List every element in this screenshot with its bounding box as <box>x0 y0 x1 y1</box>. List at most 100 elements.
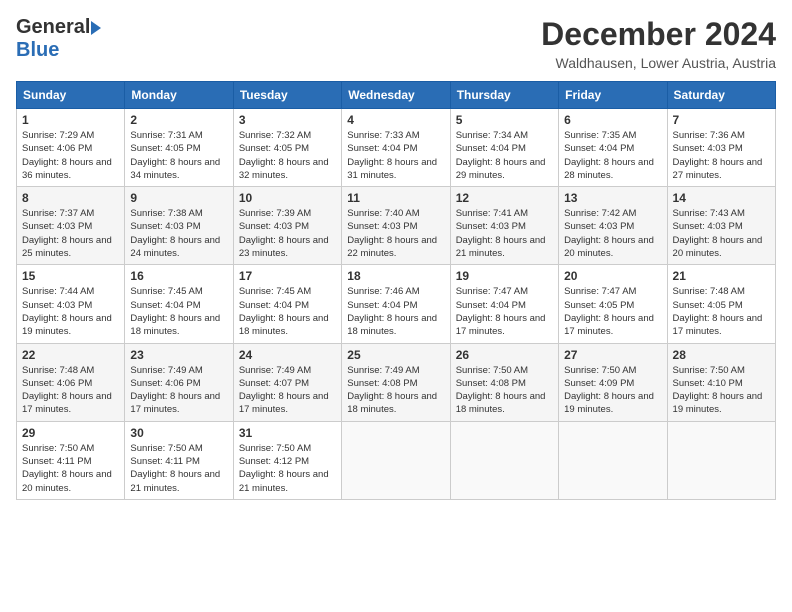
calendar-week-2: 8 Sunrise: 7:37 AMSunset: 4:03 PMDaylight… <box>17 187 776 265</box>
day-number: 2 <box>130 113 227 127</box>
weekday-header-saturday: Saturday <box>667 82 775 109</box>
calendar-cell: 9 Sunrise: 7:38 AMSunset: 4:03 PMDaylight… <box>125 187 233 265</box>
calendar-cell: 11 Sunrise: 7:40 AMSunset: 4:03 PMDayligh… <box>342 187 450 265</box>
day-number: 17 <box>239 269 336 283</box>
day-number: 27 <box>564 348 661 362</box>
day-info: Sunrise: 7:42 AMSunset: 4:03 PMDaylight:… <box>564 207 661 260</box>
day-number: 25 <box>347 348 444 362</box>
calendar-cell <box>342 421 450 499</box>
day-number: 4 <box>347 113 444 127</box>
logo-triangle-icon <box>91 21 101 35</box>
calendar-cell <box>667 421 775 499</box>
calendar-cell: 6Sunrise: 7:35 AMSunset: 4:04 PMDaylight… <box>559 109 667 187</box>
calendar-cell <box>450 421 558 499</box>
day-info: Sunrise: 7:47 AMSunset: 4:04 PMDaylight:… <box>456 285 553 338</box>
calendar-week-3: 15Sunrise: 7:44 AMSunset: 4:03 PMDayligh… <box>17 265 776 343</box>
day-info: Sunrise: 7:41 AMSunset: 4:03 PMDaylight:… <box>456 207 553 260</box>
calendar-cell: 25 Sunrise: 7:49 AMSunset: 4:08 PMDayligh… <box>342 343 450 421</box>
day-info: Sunrise: 7:48 AMSunset: 4:06 PMDaylight:… <box>22 364 119 417</box>
page-header: General Blue December 2024 Waldhausen, L… <box>16 16 776 71</box>
day-info: Sunrise: 7:32 AMSunset: 4:05 PMDaylight:… <box>239 129 336 182</box>
day-number: 9 <box>130 191 227 205</box>
day-info: Sunrise: 7:47 AMSunset: 4:05 PMDaylight:… <box>564 285 661 338</box>
weekday-header-friday: Friday <box>559 82 667 109</box>
day-info: Sunrise: 7:49 AMSunset: 4:06 PMDaylight:… <box>130 364 227 417</box>
logo-general-text: General <box>16 16 90 39</box>
calendar-cell: 21Sunrise: 7:48 AMSunset: 4:05 PMDayligh… <box>667 265 775 343</box>
calendar-cell: 3 Sunrise: 7:32 AMSunset: 4:05 PMDaylight… <box>233 109 341 187</box>
weekday-header-wednesday: Wednesday <box>342 82 450 109</box>
day-number: 11 <box>347 191 444 205</box>
day-info: Sunrise: 7:37 AMSunset: 4:03 PMDaylight:… <box>22 207 119 260</box>
day-number: 26 <box>456 348 553 362</box>
day-info: Sunrise: 7:50 AMSunset: 4:08 PMDaylight:… <box>456 364 553 417</box>
calendar-cell: 15Sunrise: 7:44 AMSunset: 4:03 PMDayligh… <box>17 265 125 343</box>
calendar-cell: 31 Sunrise: 7:50 AMSunset: 4:12 PMDayligh… <box>233 421 341 499</box>
day-info: Sunrise: 7:38 AMSunset: 4:03 PMDaylight:… <box>130 207 227 260</box>
calendar-cell: 24 Sunrise: 7:49 AMSunset: 4:07 PMDayligh… <box>233 343 341 421</box>
day-info: Sunrise: 7:44 AMSunset: 4:03 PMDaylight:… <box>22 285 119 338</box>
day-number: 18 <box>347 269 444 283</box>
day-info: Sunrise: 7:43 AMSunset: 4:03 PMDaylight:… <box>673 207 770 260</box>
calendar-cell: 29 Sunrise: 7:50 AMSunset: 4:11 PMDayligh… <box>17 421 125 499</box>
day-info: Sunrise: 7:40 AMSunset: 4:03 PMDaylight:… <box>347 207 444 260</box>
day-info: Sunrise: 7:29 AMSunset: 4:06 PMDaylight:… <box>22 129 119 182</box>
day-number: 29 <box>22 426 119 440</box>
calendar-cell: 4 Sunrise: 7:33 AMSunset: 4:04 PMDaylight… <box>342 109 450 187</box>
day-number: 7 <box>673 113 770 127</box>
calendar-cell: 13 Sunrise: 7:42 AMSunset: 4:03 PMDayligh… <box>559 187 667 265</box>
day-info: Sunrise: 7:50 AMSunset: 4:11 PMDaylight:… <box>22 442 119 495</box>
day-info: Sunrise: 7:50 AMSunset: 4:10 PMDaylight:… <box>673 364 770 417</box>
day-number: 31 <box>239 426 336 440</box>
day-number: 3 <box>239 113 336 127</box>
calendar-cell: 8 Sunrise: 7:37 AMSunset: 4:03 PMDaylight… <box>17 187 125 265</box>
weekday-header-tuesday: Tuesday <box>233 82 341 109</box>
calendar-cell: 2Sunrise: 7:31 AMSunset: 4:05 PMDaylight… <box>125 109 233 187</box>
day-info: Sunrise: 7:39 AMSunset: 4:03 PMDaylight:… <box>239 207 336 260</box>
calendar-cell: 10 Sunrise: 7:39 AMSunset: 4:03 PMDayligh… <box>233 187 341 265</box>
day-number: 21 <box>673 269 770 283</box>
day-info: Sunrise: 7:49 AMSunset: 4:08 PMDaylight:… <box>347 364 444 417</box>
day-number: 14 <box>673 191 770 205</box>
calendar-cell: 14 Sunrise: 7:43 AMSunset: 4:03 PMDayligh… <box>667 187 775 265</box>
day-number: 30 <box>130 426 227 440</box>
calendar-body: 1Sunrise: 7:29 AMSunset: 4:06 PMDaylight… <box>17 109 776 500</box>
day-number: 19 <box>456 269 553 283</box>
day-info: Sunrise: 7:50 AMSunset: 4:11 PMDaylight:… <box>130 442 227 495</box>
weekday-header-thursday: Thursday <box>450 82 558 109</box>
calendar-cell: 27Sunrise: 7:50 AMSunset: 4:09 PMDayligh… <box>559 343 667 421</box>
calendar-cell: 1Sunrise: 7:29 AMSunset: 4:06 PMDaylight… <box>17 109 125 187</box>
calendar-cell: 19 Sunrise: 7:47 AMSunset: 4:04 PMDayligh… <box>450 265 558 343</box>
calendar-cell: 22 Sunrise: 7:48 AMSunset: 4:06 PMDayligh… <box>17 343 125 421</box>
calendar-header: SundayMondayTuesdayWednesdayThursdayFrid… <box>17 82 776 109</box>
calendar-week-4: 22 Sunrise: 7:48 AMSunset: 4:06 PMDayligh… <box>17 343 776 421</box>
day-info: Sunrise: 7:36 AMSunset: 4:03 PMDaylight:… <box>673 129 770 182</box>
calendar-cell: 23 Sunrise: 7:49 AMSunset: 4:06 PMDayligh… <box>125 343 233 421</box>
day-number: 23 <box>130 348 227 362</box>
day-info: Sunrise: 7:34 AMSunset: 4:04 PMDaylight:… <box>456 129 553 182</box>
day-number: 5 <box>456 113 553 127</box>
header-row: SundayMondayTuesdayWednesdayThursdayFrid… <box>17 82 776 109</box>
day-number: 24 <box>239 348 336 362</box>
calendar-cell: 26 Sunrise: 7:50 AMSunset: 4:08 PMDayligh… <box>450 343 558 421</box>
title-section: December 2024 Waldhausen, Lower Austria,… <box>541 16 776 71</box>
day-number: 8 <box>22 191 119 205</box>
month-title: December 2024 <box>541 16 776 53</box>
calendar-cell: 17Sunrise: 7:45 AMSunset: 4:04 PMDayligh… <box>233 265 341 343</box>
day-info: Sunrise: 7:45 AMSunset: 4:04 PMDaylight:… <box>130 285 227 338</box>
day-info: Sunrise: 7:46 AMSunset: 4:04 PMDaylight:… <box>347 285 444 338</box>
weekday-header-monday: Monday <box>125 82 233 109</box>
day-info: Sunrise: 7:49 AMSunset: 4:07 PMDaylight:… <box>239 364 336 417</box>
day-number: 13 <box>564 191 661 205</box>
calendar-cell: 7 Sunrise: 7:36 AMSunset: 4:03 PMDaylight… <box>667 109 775 187</box>
day-number: 12 <box>456 191 553 205</box>
day-info: Sunrise: 7:50 AMSunset: 4:12 PMDaylight:… <box>239 442 336 495</box>
calendar-cell: 18 Sunrise: 7:46 AMSunset: 4:04 PMDayligh… <box>342 265 450 343</box>
logo: General Blue <box>16 16 101 62</box>
day-info: Sunrise: 7:35 AMSunset: 4:04 PMDaylight:… <box>564 129 661 182</box>
day-info: Sunrise: 7:33 AMSunset: 4:04 PMDaylight:… <box>347 129 444 182</box>
calendar-table: SundayMondayTuesdayWednesdayThursdayFrid… <box>16 81 776 500</box>
day-number: 10 <box>239 191 336 205</box>
day-number: 22 <box>22 348 119 362</box>
calendar-week-1: 1Sunrise: 7:29 AMSunset: 4:06 PMDaylight… <box>17 109 776 187</box>
